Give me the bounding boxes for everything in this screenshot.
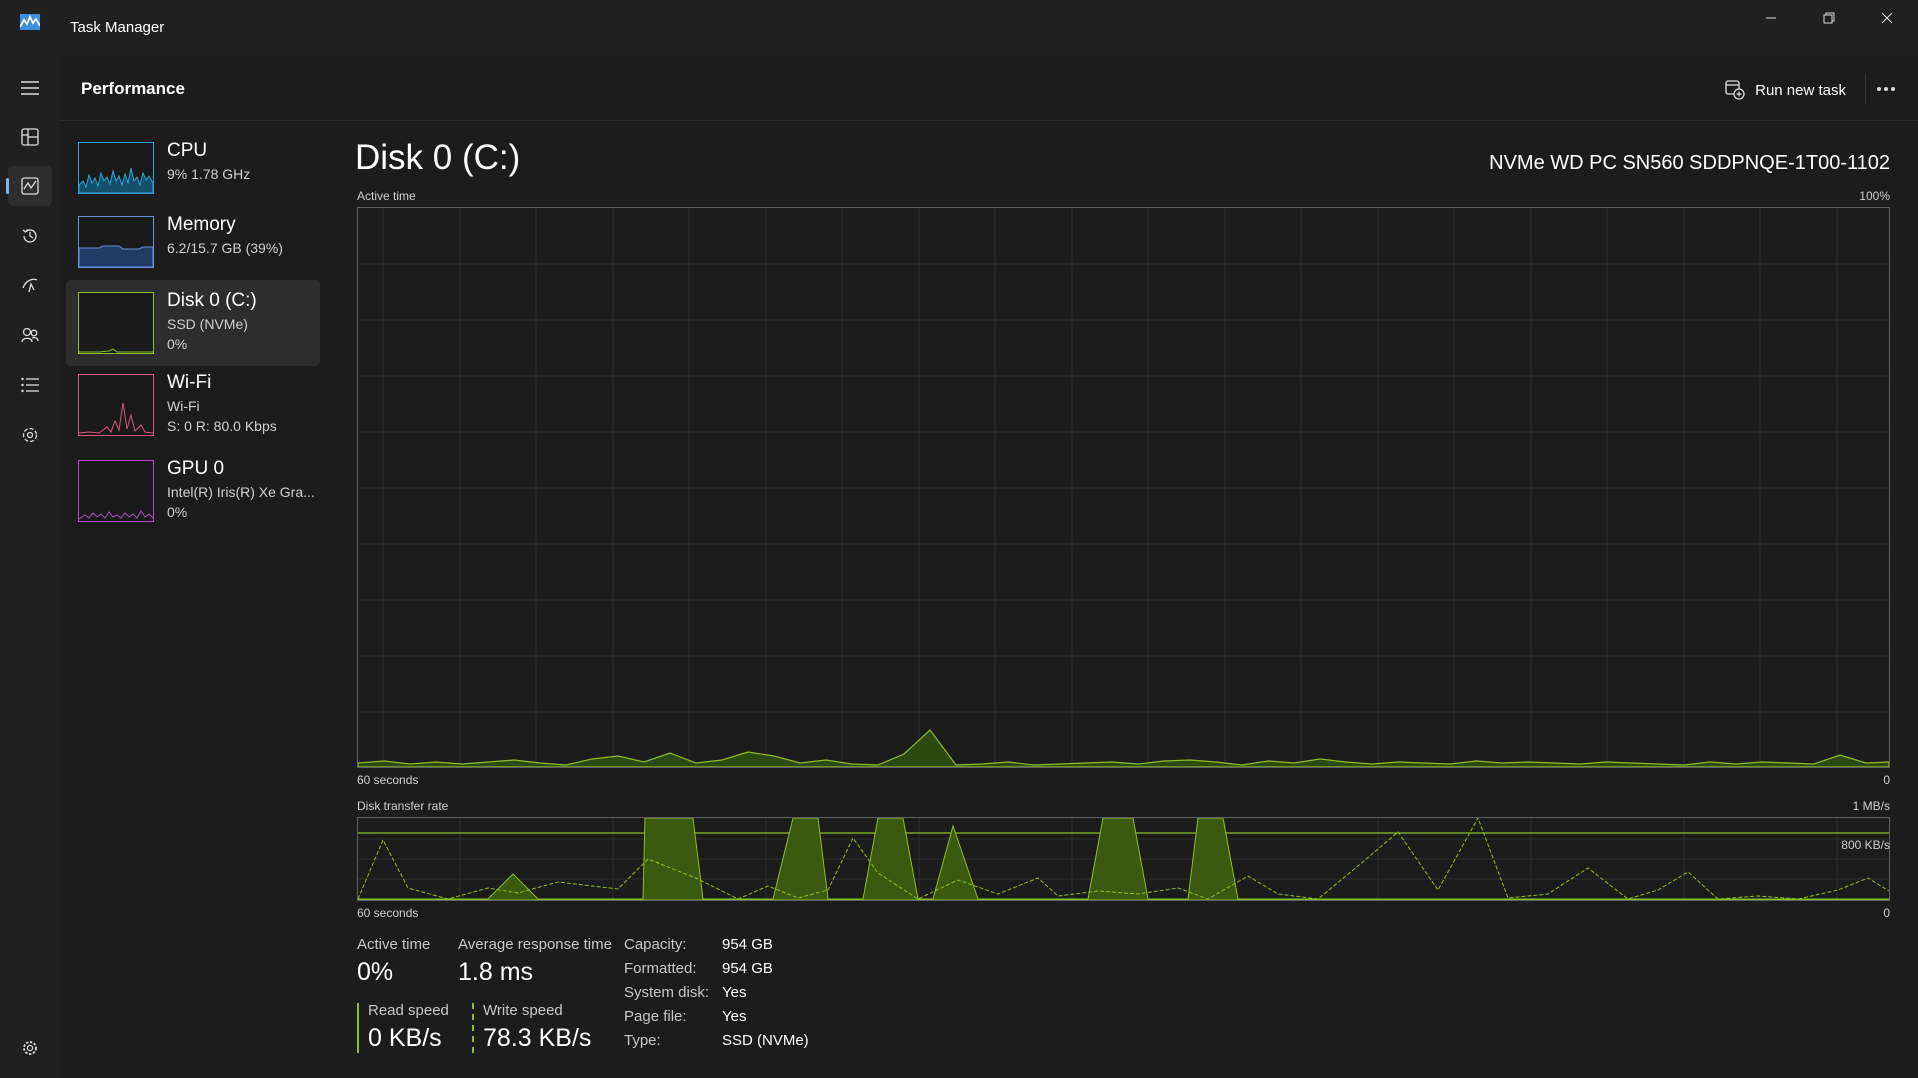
active-time-graph-label: Active time bbox=[357, 189, 416, 203]
device-item-gpu-0[interactable]: GPU 0 Intel(R) Iris(R) Xe Gra... 0% bbox=[66, 456, 320, 540]
processes-icon bbox=[21, 128, 39, 146]
disk-thumbnail-graph bbox=[78, 292, 154, 354]
restore-icon bbox=[1823, 12, 1835, 24]
run-new-task-label: Run new task bbox=[1755, 81, 1846, 99]
users-icon bbox=[21, 327, 39, 343]
device-detail: Intel(R) Iris(R) Xe Gra... bbox=[167, 484, 315, 500]
average-response-label: Average response time bbox=[458, 936, 612, 953]
menu-button[interactable] bbox=[8, 68, 52, 108]
capacity-value: 954 GB bbox=[722, 936, 773, 953]
history-icon bbox=[22, 229, 37, 243]
memory-thumbnail-graph bbox=[78, 216, 154, 268]
nav-details[interactable] bbox=[8, 365, 52, 405]
type-value: SSD (NVMe) bbox=[722, 1032, 809, 1049]
more-options-button[interactable] bbox=[1865, 74, 1906, 104]
page-title: Performance bbox=[81, 79, 185, 98]
formatted-label: Formatted: bbox=[624, 960, 697, 977]
device-item-cpu[interactable]: CPU 9% 1.78 GHz bbox=[66, 134, 320, 218]
write-speed-marker bbox=[472, 1003, 474, 1053]
nav-users[interactable] bbox=[8, 315, 52, 355]
gpu-thumbnail-graph bbox=[78, 460, 154, 522]
active-time-graph-span: 60 seconds bbox=[357, 773, 419, 787]
device-detail: Wi-Fi bbox=[167, 398, 200, 414]
navigation-rail bbox=[0, 56, 60, 1078]
page-file-label: Page file: bbox=[624, 1008, 687, 1025]
active-time-value: 0% bbox=[357, 958, 394, 986]
close-button[interactable] bbox=[1858, 0, 1916, 36]
active-time-label: Active time bbox=[357, 936, 431, 953]
device-name: GPU 0 bbox=[167, 458, 225, 479]
read-speed-label: Read speed bbox=[368, 1002, 449, 1019]
nav-processes[interactable] bbox=[8, 117, 52, 157]
type-label: Type: bbox=[624, 1032, 661, 1049]
page-file-value: Yes bbox=[722, 1008, 747, 1025]
wifi-thumbnail-graph bbox=[78, 374, 154, 436]
capacity-label: Capacity: bbox=[624, 936, 687, 953]
nav-performance[interactable] bbox=[6, 166, 52, 206]
device-name: Disk 0 (C:) bbox=[167, 290, 257, 311]
settings-button[interactable] bbox=[8, 1028, 52, 1068]
device-item-wifi[interactable]: Wi-Fi Wi-Fi S: 0 R: 80.0 Kbps bbox=[66, 370, 320, 454]
device-detail: 9% 1.78 GHz bbox=[167, 166, 251, 182]
active-time-graph bbox=[357, 207, 1890, 768]
write-speed-value: 78.3 KB/s bbox=[483, 1024, 592, 1052]
startup-icon bbox=[22, 278, 38, 293]
transfer-rate-line-label: 800 KB/s bbox=[1841, 838, 1890, 852]
restore-button[interactable] bbox=[1800, 0, 1858, 36]
device-item-disk-0[interactable]: Disk 0 (C:) SSD (NVMe) 0% bbox=[66, 280, 320, 366]
system-disk-value: Yes bbox=[722, 984, 747, 1001]
nav-app-history[interactable] bbox=[8, 216, 52, 256]
average-response-value: 1.8 ms bbox=[458, 958, 534, 986]
minimize-button[interactable] bbox=[1742, 0, 1800, 36]
device-detail: SSD (NVMe) bbox=[167, 316, 248, 332]
transfer-rate-graph-max: 1 MB/s bbox=[1852, 799, 1890, 813]
nav-services[interactable] bbox=[8, 415, 52, 455]
transfer-rate-graph-label: Disk transfer rate bbox=[357, 799, 449, 813]
run-task-icon bbox=[1725, 80, 1745, 100]
active-time-graph-max: 100% bbox=[1859, 189, 1890, 203]
read-speed-marker bbox=[357, 1003, 359, 1053]
window-title: Task Manager bbox=[70, 19, 165, 36]
system-disk-label: System disk: bbox=[624, 984, 710, 1001]
write-speed-label: Write speed bbox=[483, 1002, 563, 1019]
minimize-icon bbox=[1766, 17, 1776, 19]
page-header: Performance Run new task bbox=[60, 56, 1918, 121]
device-name: Wi-Fi bbox=[167, 372, 212, 393]
transfer-rate-graph bbox=[357, 817, 1890, 901]
cpu-thumbnail-graph bbox=[78, 142, 154, 194]
device-name: CPU bbox=[167, 140, 208, 161]
details-icon bbox=[21, 377, 39, 393]
device-usage: 0% bbox=[167, 336, 188, 352]
task-manager-app-icon bbox=[20, 14, 40, 30]
transfer-rate-graph-min: 0 bbox=[1883, 906, 1890, 920]
title-bar: Task Manager bbox=[0, 0, 1918, 56]
services-icon bbox=[22, 427, 38, 443]
device-usage: 0% bbox=[167, 504, 188, 520]
device-name: Memory bbox=[167, 214, 236, 235]
device-detail: 6.2/15.7 GB (39%) bbox=[167, 240, 283, 256]
run-new-task-button[interactable]: Run new task bbox=[1725, 76, 1846, 104]
close-icon bbox=[1881, 12, 1893, 24]
device-model: NVMe WD PC SN560 SDDPNQE-1T00-1102 bbox=[1489, 152, 1890, 174]
device-title: Disk 0 (C:) bbox=[355, 138, 521, 177]
performance-icon bbox=[21, 177, 39, 195]
gear-icon bbox=[23, 1041, 37, 1055]
hamburger-icon bbox=[21, 81, 39, 95]
transfer-rate-graph-span: 60 seconds bbox=[357, 906, 419, 920]
device-throughput: S: 0 R: 80.0 Kbps bbox=[167, 418, 277, 434]
formatted-value: 954 GB bbox=[722, 960, 773, 977]
more-icon bbox=[1877, 87, 1895, 91]
active-time-graph-min: 0 bbox=[1883, 773, 1890, 787]
nav-startup-apps[interactable] bbox=[8, 265, 52, 305]
read-speed-value: 0 KB/s bbox=[368, 1024, 442, 1052]
